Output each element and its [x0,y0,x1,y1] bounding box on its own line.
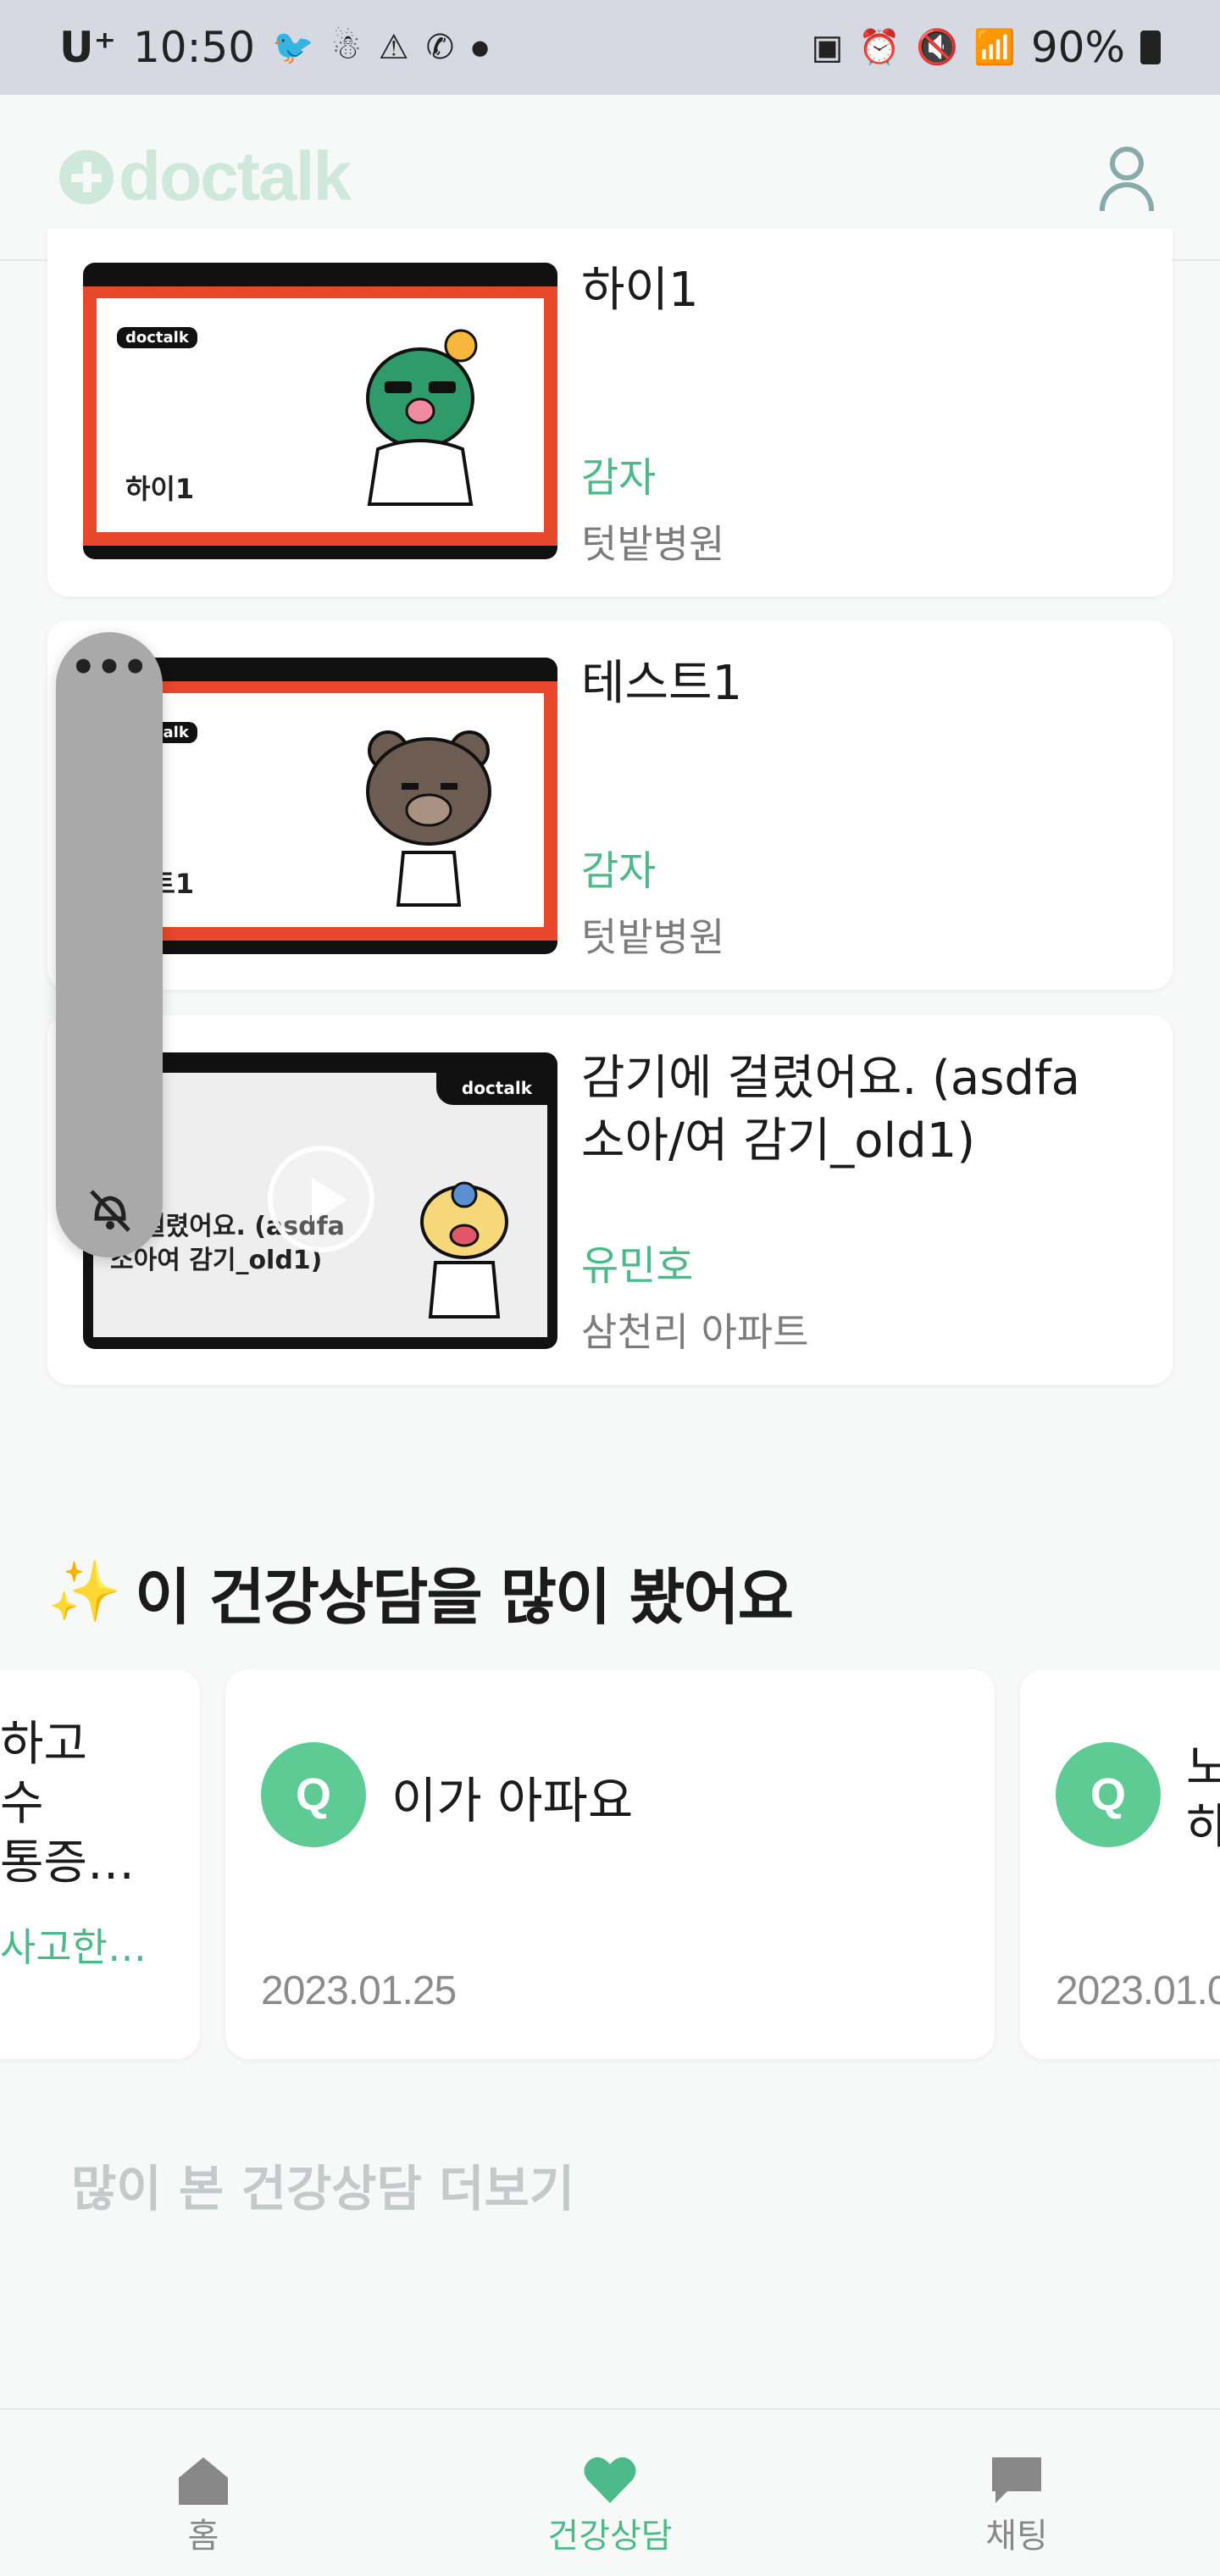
bottom-navigation: 홈 건강상담 채팅 [0,2408,1220,2576]
popular-section-title: ✨ 이 건강상담을 많이 봤어요 [47,1547,794,1636]
qa-card[interactable]: 하고 수 통증… 사고한… [0,1669,200,2059]
play-button[interactable] [268,1146,374,1252]
video-title: 감기에 걸렸어요. (asdfa 소아/여 감기_old1) [581,1051,1080,1169]
qa-date: 2023.01.25 [261,1968,457,2013]
qa-answer: 사고한… [0,1924,147,1970]
chat-icon [992,2457,1041,2503]
panel-menu-icon[interactable]: ••• [56,644,163,691]
logo-text: doctalk [119,138,352,215]
video-title: 하이1 [581,263,699,318]
qa-date: 2023.01.0 [1056,1968,1220,2013]
notifications-off-icon[interactable] [85,1185,136,1235]
qa-question: 이가 아파요 [391,1772,634,1829]
home-icon [179,2457,228,2505]
heart-icon [584,2457,636,2503]
warning-icon: ⚠ [378,28,409,67]
q-badge: Q [1056,1742,1161,1847]
floating-side-panel[interactable]: ••• [56,632,163,1257]
video-card[interactable]: doctalk 하이1 하이1 감자 텃밭병원 [47,229,1173,597]
twitter-icon: 🐦 [272,28,314,67]
more-popular-link[interactable]: 많이 본 건강상담 더보기 [71,2149,574,2220]
q-badge: Q [261,1742,366,1847]
bear-character-icon [366,730,491,907]
wifi-call-icon: ✆ [425,28,455,67]
logo-plus-icon [59,150,114,204]
hospital-name: 삼천리 아파트 [581,1309,809,1355]
nav-label: 건강상담 [547,2517,673,2556]
hospital-name: 텃밭병원 [581,521,725,567]
doctor-character-icon [420,1181,508,1319]
battery-icon [1140,31,1161,64]
hospital-name: 텃밭병원 [581,914,725,960]
nav-chat[interactable]: 채팅 [813,2410,1220,2576]
doctor-name: 감자 [581,454,657,502]
section-title-text: 이 건강상담을 많이 봤어요 [135,1562,794,1633]
video-title: 테스트1 [581,656,743,711]
qa-card[interactable]: Q 이가 아파요 2023.01.25 [225,1669,995,2059]
qa-card[interactable]: Q 노 하 2023.01.0 [1020,1669,1220,2059]
notification-icon: ☃ [330,28,362,67]
thumb-brand-label: doctalk [435,1073,547,1105]
mute-icon: 🔇 [916,28,959,67]
clock: 10:50 [133,23,256,72]
profile-icon[interactable] [1093,143,1161,211]
thumb-brand-label: doctalk [117,327,197,348]
nav-home[interactable]: 홈 [0,2410,407,2576]
video-card[interactable]: doctalk 스트1 테스트1 감자 텃밭병원 [47,620,1173,990]
carrier-label: U⁺ [59,23,116,72]
status-bar: U⁺ 10:50 🐦 ☃ ⚠ ✆ ● ▣ ⏰ 🔇 📶 90% [0,0,1220,95]
video-card[interactable]: doctalk 에 걸렸어요. (asdfa 소아여 감기_old1) 감기에 … [47,1015,1173,1385]
doctor-name: 감자 [581,847,657,895]
doctalk-logo[interactable]: doctalk [59,137,352,217]
battery-saver-icon: ▣ [811,28,844,67]
doctor-name: 유민호 [581,1242,694,1290]
qa-question: 노 하 [1186,1740,1220,1855]
qa-question: 하고 수 통증… [0,1717,136,1890]
alarm-icon: ⏰ [858,28,901,67]
nav-label: 홈 [187,2517,219,2556]
battery-level: 90% [1030,23,1125,72]
cactus-character-icon [366,329,478,506]
sparkle-icon: ✨ [47,1557,121,1626]
nav-label: 채팅 [985,2517,1048,2556]
wifi-icon: 📶 [973,28,1016,67]
thumb-title: 하이1 [125,473,195,505]
more-notifications-icon: ● [471,36,490,59]
nav-health-consult[interactable]: 건강상담 [407,2410,813,2576]
video-thumbnail[interactable]: doctalk 하이1 [83,263,557,559]
